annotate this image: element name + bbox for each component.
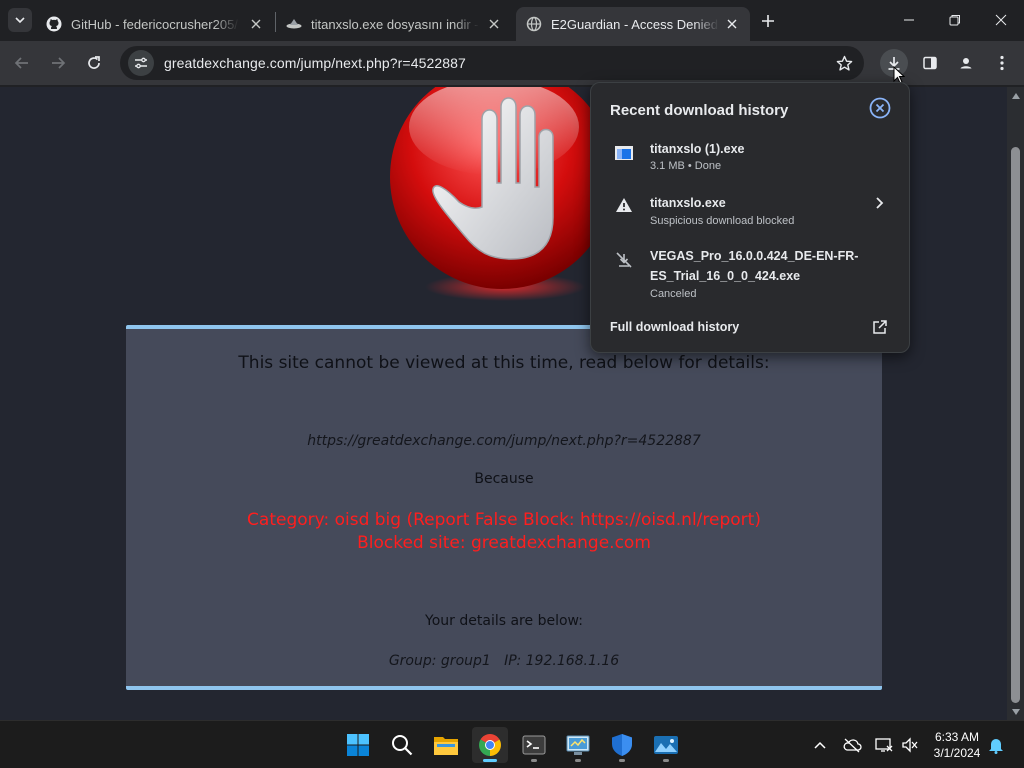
download-filename-continued: ES_Trial_16_0_0_424.exe (650, 269, 801, 283)
tab-title: titanxslo.exe dosyasını indir - d (311, 16, 479, 32)
show-hidden-icons-chevron-icon[interactable] (810, 735, 830, 755)
download-history-popup: Recent download history titanxslo (1).ex… (590, 82, 910, 353)
download-popup-title: Recent download history (610, 102, 789, 119)
stop-hand-icon (390, 87, 614, 301)
close-tab-icon[interactable] (724, 16, 740, 32)
tab-e2guardian[interactable]: E2Guardian - Access Denied (516, 7, 750, 41)
full-download-history-link[interactable]: Full download history (610, 320, 739, 334)
download-filename: VEGAS_Pro_16.0.0.424_DE-EN-FR- (650, 249, 859, 263)
download-status: Canceled (650, 288, 697, 300)
menu-button[interactable] (988, 49, 1016, 77)
terminal-button[interactable] (516, 727, 552, 763)
side-panel-button[interactable] (916, 49, 944, 77)
close-tab-icon[interactable] (486, 16, 502, 32)
clock-date: 3/1/2024 (933, 746, 981, 760)
download-item[interactable]: titanxslo.exe Suspicious download blocke… (591, 193, 909, 233)
star-icon (836, 55, 852, 71)
globe-icon (526, 16, 542, 32)
onedrive-offline-icon[interactable] (842, 735, 862, 755)
forward-button[interactable] (44, 49, 72, 77)
address-bar[interactable]: greatdexchange.com/jump/next.php?r=45228… (120, 46, 864, 80)
blocked-url: https://greatdexchange.com/jump/next.php… (307, 433, 701, 449)
forward-arrow-icon (52, 57, 66, 69)
control-panel-icon (566, 735, 590, 755)
blocked-site-line: Blocked site: greatdexchange.com (357, 533, 651, 553)
canceled-download-icon (614, 250, 634, 270)
details-heading: Your details are below: (425, 613, 583, 629)
tab-titanxslo-download[interactable]: titanxslo.exe dosyasını indir - d (276, 7, 512, 41)
bookmark-star-button[interactable] (830, 49, 858, 77)
scroll-down-arrow-icon[interactable] (1011, 707, 1020, 716)
minimize-icon (904, 19, 914, 21)
windows-logo-icon (347, 734, 369, 756)
group-ip-line: Group: group1 IP: 192.168.1.16 (388, 653, 620, 669)
download-filename: titanxslo (1).exe (650, 142, 745, 156)
browser-toolbar: greatdexchange.com/jump/next.php?r=45228… (0, 41, 1024, 86)
site-favicon-icon (286, 16, 302, 32)
tab-title: E2Guardian - Access Denied (551, 16, 718, 32)
photos-button[interactable] (648, 727, 684, 763)
reload-icon (88, 56, 100, 69)
scroll-up-arrow-icon[interactable] (1011, 91, 1020, 100)
block-message-box: This site cannot be viewed at this time,… (126, 325, 882, 690)
close-icon (995, 14, 1007, 26)
reload-button[interactable] (80, 49, 108, 77)
back-arrow-icon (14, 57, 28, 69)
network-icon[interactable] (874, 735, 894, 755)
url-text[interactable]: greatdexchange.com/jump/next.php?r=45228… (164, 55, 466, 71)
tab-github[interactable]: GitHub - federicocrusher205/m (36, 7, 274, 41)
plus-icon (762, 15, 774, 27)
category-line: Category: oisd big (Report False Block: … (247, 510, 761, 530)
restore-button[interactable] (932, 0, 978, 40)
back-button[interactable] (8, 49, 36, 77)
three-dots-menu-icon (1000, 55, 1004, 71)
tab-strip: GitHub - federicocrusher205/m titanxslo.… (0, 0, 1024, 41)
profile-button[interactable] (952, 49, 980, 77)
download-item[interactable]: VEGAS_Pro_16.0.0.424_DE-EN-FR- ES_Trial_… (591, 246, 909, 306)
shield-icon (612, 734, 632, 756)
download-status: Suspicious download blocked (650, 215, 795, 227)
download-status: 3.1 MB • Done (650, 160, 722, 172)
close-circle-icon[interactable] (869, 97, 891, 119)
page-scrollbar[interactable] (1007, 87, 1024, 720)
start-button[interactable] (340, 727, 376, 763)
clock-time: 6:33 AM (934, 730, 980, 744)
windows-taskbar: 6:33 AM 3/1/2024 (0, 720, 1024, 768)
profile-icon (957, 54, 975, 72)
because-label: Because (474, 471, 534, 487)
chevron-down-icon (15, 17, 25, 24)
terminal-icon (522, 735, 546, 755)
side-panel-icon (923, 56, 937, 70)
exe-file-icon (614, 143, 634, 163)
warning-icon (614, 195, 634, 215)
chrome-icon (479, 734, 501, 756)
tab-search-button[interactable] (8, 8, 32, 32)
restore-icon (949, 15, 960, 26)
windows-security-button[interactable] (604, 727, 640, 763)
close-window-button[interactable] (978, 0, 1024, 40)
close-tab-icon[interactable] (248, 16, 264, 32)
notification-bell-icon[interactable] (986, 735, 1006, 755)
chrome-taskbar-button[interactable] (472, 727, 508, 763)
download-filename: titanxslo.exe (650, 196, 726, 210)
photos-icon (654, 736, 678, 754)
block-reason: Category: oisd big (Report False Block: … (126, 509, 882, 555)
taskbar-search-button[interactable] (384, 727, 420, 763)
tab-title: GitHub - federicocrusher205/m (71, 16, 239, 32)
minimize-button[interactable] (886, 0, 932, 40)
block-message-title: This site cannot be viewed at this time,… (238, 353, 770, 373)
search-icon (392, 735, 413, 756)
open-in-new-icon[interactable] (872, 319, 888, 335)
folder-icon (434, 737, 458, 755)
clock[interactable]: 6:33 AM 3/1/2024 (926, 729, 988, 761)
site-settings-icon[interactable] (128, 50, 154, 76)
chevron-right-icon[interactable] (871, 195, 887, 211)
download-item[interactable]: titanxslo (1).exe 3.1 MB • Done (591, 139, 909, 179)
control-panel-button[interactable] (560, 727, 596, 763)
scrollbar-thumb[interactable] (1011, 147, 1020, 703)
file-explorer-button[interactable] (428, 727, 464, 763)
volume-muted-icon[interactable] (900, 735, 920, 755)
new-tab-button[interactable] (756, 9, 780, 33)
github-icon (46, 16, 62, 32)
